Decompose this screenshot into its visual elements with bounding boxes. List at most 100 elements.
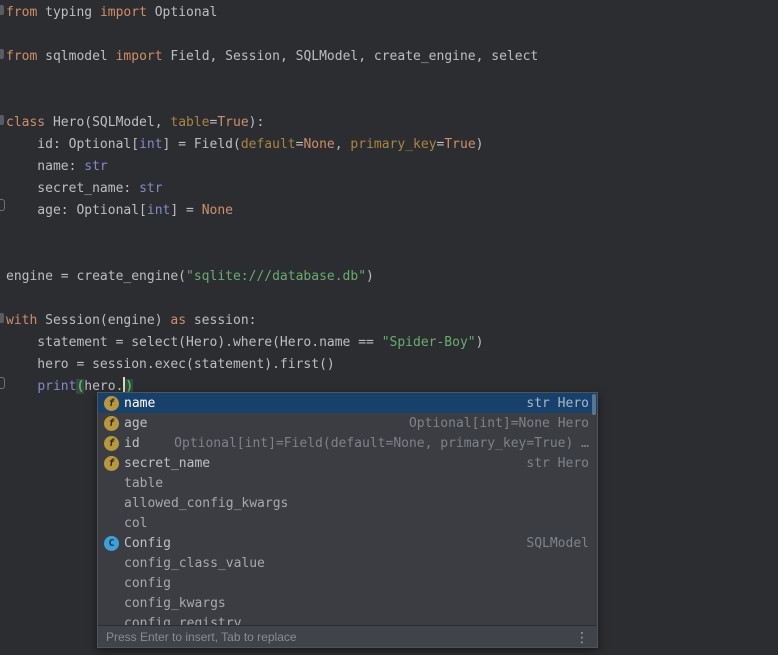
completion-item-table[interactable]: table [98, 473, 597, 493]
code-token: table [170, 115, 209, 130]
field-icon: f [104, 416, 119, 431]
code-token: int [147, 203, 170, 218]
code-line: id: Optional[int] = Field(default=None, … [6, 134, 778, 156]
code-line: class Hero(SQLModel, table=True): [6, 112, 778, 134]
completion-label: table [124, 476, 163, 491]
code-token: with [6, 313, 37, 328]
completion-label: id [124, 436, 140, 451]
code-line: statement = select(Hero).where(Hero.name… [6, 332, 778, 354]
code-token: ) [476, 335, 484, 350]
completion-label: Config [124, 536, 171, 551]
code-token: str [139, 181, 162, 196]
code-token: class [6, 115, 45, 130]
code-token: primary_key [350, 137, 436, 152]
completion-type-hint: str Hero [516, 456, 589, 471]
completion-item-config_class_value[interactable]: config_class_value [98, 553, 597, 573]
completion-item-age[interactable]: fageOptional[int]=None Hero [98, 413, 597, 433]
more-options-icon[interactable]: ⋮ [575, 630, 589, 644]
completion-label: col [124, 516, 147, 531]
icon-spacer [104, 603, 124, 604]
completion-item-name[interactable]: fname str Hero [98, 393, 597, 413]
code-line [6, 24, 778, 46]
gutter-bookmark-icon [0, 199, 5, 211]
code-token: hero = session.exec(statement).first() [6, 357, 335, 372]
code-line: name: str [6, 156, 778, 178]
code-line [6, 90, 778, 112]
code-line: from sqlmodel import Field, Session, SQL… [6, 46, 778, 68]
completion-popup: fnamestr HerofageOptional[int]=None Hero… [97, 392, 598, 648]
code-line [6, 288, 778, 310]
code-token: None [303, 137, 334, 152]
code-token: age: Optional[ [6, 203, 147, 218]
code-line: engine = create_engine("sqlite:///databa… [6, 266, 778, 288]
code-line [6, 244, 778, 266]
completion-item-config_kwargs[interactable]: config_kwargs [98, 593, 597, 613]
completion-item-id[interactable]: fid Optional[int]=Field(default=None, pri… [98, 433, 597, 453]
code-token: id: Optional[ [6, 137, 139, 152]
code-token: str [84, 159, 107, 174]
code-token: ) [366, 269, 374, 284]
completion-type-hint: Optional[int]=Field(default=None, primar… [164, 436, 589, 451]
code-token: from [6, 5, 37, 20]
gutter-mark [0, 5, 4, 15]
code-token: True [444, 137, 475, 152]
gutter-mark [0, 49, 4, 59]
icon-spacer [104, 563, 124, 564]
code-token: statement = select(Hero).where(Hero.name… [6, 335, 382, 350]
completion-label: config_registry [124, 616, 241, 626]
completion-label: name [124, 396, 155, 411]
code-token: True [217, 115, 248, 130]
code-token: from [6, 49, 37, 64]
completion-label: config_kwargs [124, 596, 226, 611]
code-token: ): [249, 115, 265, 130]
completion-item-Config[interactable]: CConfigSQLModel [98, 533, 597, 553]
completion-type-hint: str Hero [516, 396, 589, 411]
code-token: name: [6, 159, 84, 174]
icon-spacer [104, 503, 124, 504]
code-token: sqlmodel [37, 49, 115, 64]
code-line: from typing import Optional [6, 2, 778, 24]
code-token: Session(engine) [37, 313, 170, 328]
completion-hint: Press Enter to insert, Tab to replace [106, 630, 297, 644]
code-token: int [139, 137, 162, 152]
code-token: import [100, 5, 147, 20]
icon-spacer [104, 483, 124, 484]
code-token: None [202, 203, 233, 218]
completion-label: config_class_value [124, 556, 265, 571]
completion-item-config[interactable]: config [98, 573, 597, 593]
code-line: secret_name: str [6, 178, 778, 200]
code-line: hero = session.exec(statement).first() [6, 354, 778, 376]
code-line: with Session(engine) as session: [6, 310, 778, 332]
class-icon: C [104, 536, 119, 551]
code-token: import [116, 49, 163, 64]
gutter-bookmark-icon [0, 377, 5, 389]
code-token [6, 379, 37, 394]
code-token: ] = Field( [163, 137, 241, 152]
code-token: Field, Session, SQLModel, create_engine,… [163, 49, 539, 64]
gutter-mark [0, 115, 4, 125]
code-token: print [37, 379, 76, 394]
icon-spacer [104, 523, 124, 524]
completion-list: fnamestr HerofageOptional[int]=None Hero… [98, 393, 597, 625]
code-token: ] = [170, 203, 201, 218]
code-token: , [335, 137, 351, 152]
code-token: typing [37, 5, 100, 20]
code-line: age: Optional[int] = None [6, 200, 778, 222]
code-line [6, 68, 778, 90]
code-line [6, 222, 778, 244]
code-token: secret_name: [6, 181, 139, 196]
field-icon: f [104, 456, 119, 471]
code-token: Hero(SQLModel, [45, 115, 170, 130]
code-token: "sqlite:///database.db" [186, 269, 366, 284]
completion-label: config [124, 576, 171, 591]
completion-item-config_registry[interactable]: config_registry [98, 613, 597, 625]
completion-footer: Press Enter to insert, Tab to replace ⋮ [98, 625, 597, 647]
completion-type-hint: Optional[int]=None Hero [399, 416, 589, 431]
completion-item-secret_name[interactable]: fsecret_namestr Hero [98, 453, 597, 473]
field-icon: f [104, 436, 119, 451]
code-token: as [170, 313, 186, 328]
popup-scrollbar[interactable] [592, 394, 596, 415]
completion-item-col[interactable]: col [98, 513, 597, 533]
completion-item-allowed_config_kwargs[interactable]: allowed_config_kwargs [98, 493, 597, 513]
field-icon: f [104, 396, 119, 411]
